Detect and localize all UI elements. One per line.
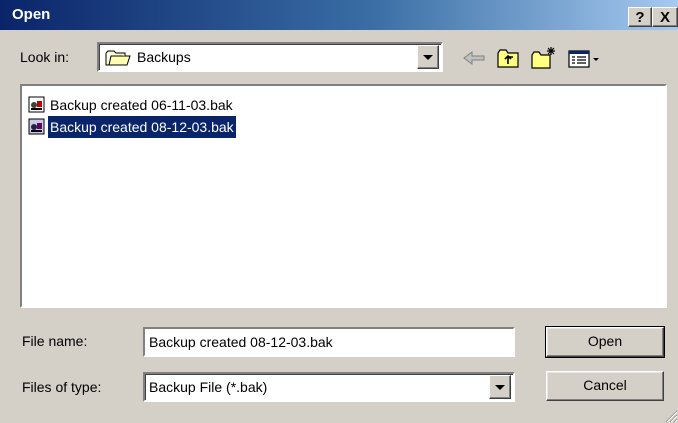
cancel-button[interactable]: Cancel	[546, 371, 664, 401]
file-name: Backup created 06-11-03.bak	[50, 97, 233, 113]
resize-grip-icon[interactable]	[664, 409, 678, 423]
look-in-dropdown-button[interactable]	[417, 45, 439, 69]
close-button[interactable]: X	[652, 7, 678, 27]
look-in-value: Backups	[137, 49, 191, 65]
file-name-label: File name:	[22, 333, 88, 349]
file-list[interactable]: Backup created 06-11-03.bak Backup creat…	[20, 84, 667, 308]
backup-file-icon	[28, 96, 45, 113]
file-type-dropdown[interactable]: Backup File (*.bak)	[143, 372, 515, 402]
file-name-input[interactable]	[143, 327, 515, 357]
open-dialog: Open ? X Look in: Backups Backup created…	[0, 0, 678, 423]
dialog-title: Open	[12, 6, 51, 23]
help-button[interactable]: ?	[628, 7, 652, 27]
look-in-dropdown[interactable]: Backups	[97, 42, 443, 72]
back-arrow-icon[interactable]	[460, 45, 488, 71]
list-item-selected[interactable]: Backup created 08-12-03.bak	[28, 116, 308, 138]
up-folder-icon[interactable]	[495, 45, 521, 71]
new-folder-icon[interactable]	[530, 45, 558, 71]
file-name: Backup created 08-12-03.bak	[48, 116, 236, 138]
backup-file-icon	[28, 118, 45, 135]
folder-icon	[105, 50, 131, 66]
file-type-label: Files of type:	[22, 379, 102, 395]
open-button[interactable]: Open	[545, 326, 665, 358]
file-type-dropdown-button[interactable]	[489, 375, 511, 399]
title-bar[interactable]: Open ? X	[0, 0, 678, 30]
look-in-label: Look in:	[20, 49, 70, 65]
file-type-value: Backup File (*.bak)	[149, 379, 268, 395]
list-item[interactable]: Backup created 06-11-03.bak	[28, 94, 308, 116]
view-menu-icon[interactable]	[566, 45, 602, 71]
